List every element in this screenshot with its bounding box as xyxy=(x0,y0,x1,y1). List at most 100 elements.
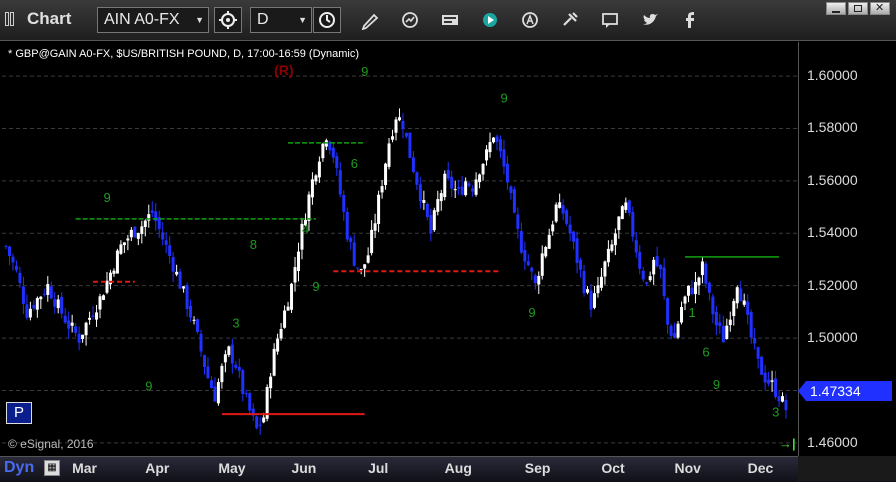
candle-body xyxy=(331,147,335,158)
candle-body xyxy=(290,283,294,310)
sequential-count-label: 3 xyxy=(772,405,779,420)
candle-body xyxy=(467,183,471,186)
candle-body xyxy=(220,365,224,383)
x-tick-label: Dec xyxy=(747,460,774,476)
clock-icon xyxy=(319,12,335,28)
interval-value: D xyxy=(257,11,269,28)
refresh-icon[interactable] xyxy=(400,10,420,30)
candle-body xyxy=(770,380,774,382)
candle-body xyxy=(446,169,450,179)
chart-plot-area[interactable]: 9 9 9 9 9 9 9 3 3 8 4 6 1 6 (R) xyxy=(2,42,798,456)
candle-body xyxy=(21,286,25,304)
candle-body xyxy=(474,179,478,195)
candle-body xyxy=(676,323,680,338)
dynamic-mode-label[interactable]: Dyn xyxy=(4,459,34,477)
comment-icon[interactable] xyxy=(600,10,620,30)
chevron-down-icon[interactable]: ▼ xyxy=(195,8,204,32)
candle-body xyxy=(478,174,482,183)
symbol-settings-button[interactable] xyxy=(214,7,242,33)
candle-body xyxy=(373,223,377,231)
candle-body xyxy=(711,296,715,315)
candle-body xyxy=(645,282,649,284)
time-scale-button[interactable]: ▦ xyxy=(44,460,60,476)
candle-body xyxy=(95,312,99,320)
candle-body xyxy=(74,326,78,333)
candle-body xyxy=(209,380,213,389)
sequential-count-label: 3 xyxy=(232,316,239,331)
candle-body xyxy=(457,187,461,189)
candle-body xyxy=(586,289,590,293)
candle-body xyxy=(28,308,32,318)
twitter-icon[interactable] xyxy=(640,10,660,30)
candle-body xyxy=(784,399,788,411)
candle-body xyxy=(32,304,36,309)
candle-body xyxy=(335,156,339,169)
window-title: Chart xyxy=(27,9,72,28)
candle-body xyxy=(530,267,534,272)
candle-body xyxy=(638,252,642,269)
time-axis[interactable]: Dyn ▦ Mar Apr May Jun Jul Aug Sep Oct Nov Dec xyxy=(0,456,896,482)
candle-body xyxy=(88,317,92,320)
facebook-icon[interactable] xyxy=(680,10,700,30)
gear-icon xyxy=(219,11,237,29)
candle-body xyxy=(422,200,426,203)
candle-body xyxy=(276,338,280,352)
x-tick-label: Jul xyxy=(368,460,389,476)
sequential-count-label: 1 xyxy=(689,305,696,320)
candle-body xyxy=(352,242,356,266)
candle-body xyxy=(60,296,64,314)
candle-body xyxy=(53,299,57,307)
candle-body xyxy=(742,300,746,305)
candle-body xyxy=(436,199,440,212)
candle-body xyxy=(502,149,506,167)
candle-body xyxy=(185,285,189,309)
maximize-button[interactable] xyxy=(848,2,868,15)
analytics-icon[interactable] xyxy=(520,10,540,30)
candle-body xyxy=(592,293,596,308)
chevron-down-icon[interactable]: ▼ xyxy=(298,8,307,32)
sequential-count-label: 6 xyxy=(351,156,358,171)
candle-body xyxy=(119,244,123,254)
candle-body xyxy=(756,347,760,359)
x-tick-label: Apr xyxy=(145,460,170,476)
candle-body xyxy=(91,315,95,317)
candle-body xyxy=(345,211,349,240)
candle-body xyxy=(725,325,729,339)
play-icon[interactable] xyxy=(480,10,500,30)
symbol-input[interactable]: AIN A0-FX ▼ xyxy=(97,7,209,33)
period-button[interactable]: P xyxy=(6,402,32,424)
candle-body xyxy=(749,312,753,338)
minimize-button[interactable] xyxy=(826,2,846,15)
current-price-tag: 1.47334 xyxy=(798,381,892,401)
candle-body xyxy=(380,186,384,193)
candle-body xyxy=(655,256,659,267)
candle-body xyxy=(14,265,18,271)
tools-icon[interactable] xyxy=(560,10,580,30)
candle-body xyxy=(384,163,388,186)
candle-body xyxy=(488,142,492,153)
x-tick-label: Nov xyxy=(674,460,701,476)
sequential-count-label: 9 xyxy=(312,279,319,294)
candle-body xyxy=(687,285,690,296)
candle-body xyxy=(122,242,126,246)
y-tick-label: 1.50000 xyxy=(807,329,858,346)
x-tick-label: Aug xyxy=(444,460,472,476)
interval-settings-button[interactable] xyxy=(313,7,341,33)
candle-body xyxy=(439,193,443,202)
news-icon[interactable] xyxy=(440,10,460,30)
pencil-icon[interactable] xyxy=(360,10,380,30)
candle-body xyxy=(126,238,130,241)
candle-body xyxy=(366,255,370,263)
close-button[interactable]: ✕ xyxy=(870,2,890,15)
candle-body xyxy=(293,267,297,283)
candle-body xyxy=(359,269,363,271)
interval-input[interactable]: D ▼ xyxy=(250,7,312,33)
goto-end-icon[interactable]: →| xyxy=(779,436,796,452)
candle-body xyxy=(321,143,325,159)
candle-body xyxy=(11,256,15,263)
candle-body xyxy=(415,172,419,185)
candle-body xyxy=(46,284,50,295)
candle-body xyxy=(237,366,241,371)
candle-body xyxy=(56,299,60,309)
candle-body xyxy=(115,250,119,274)
